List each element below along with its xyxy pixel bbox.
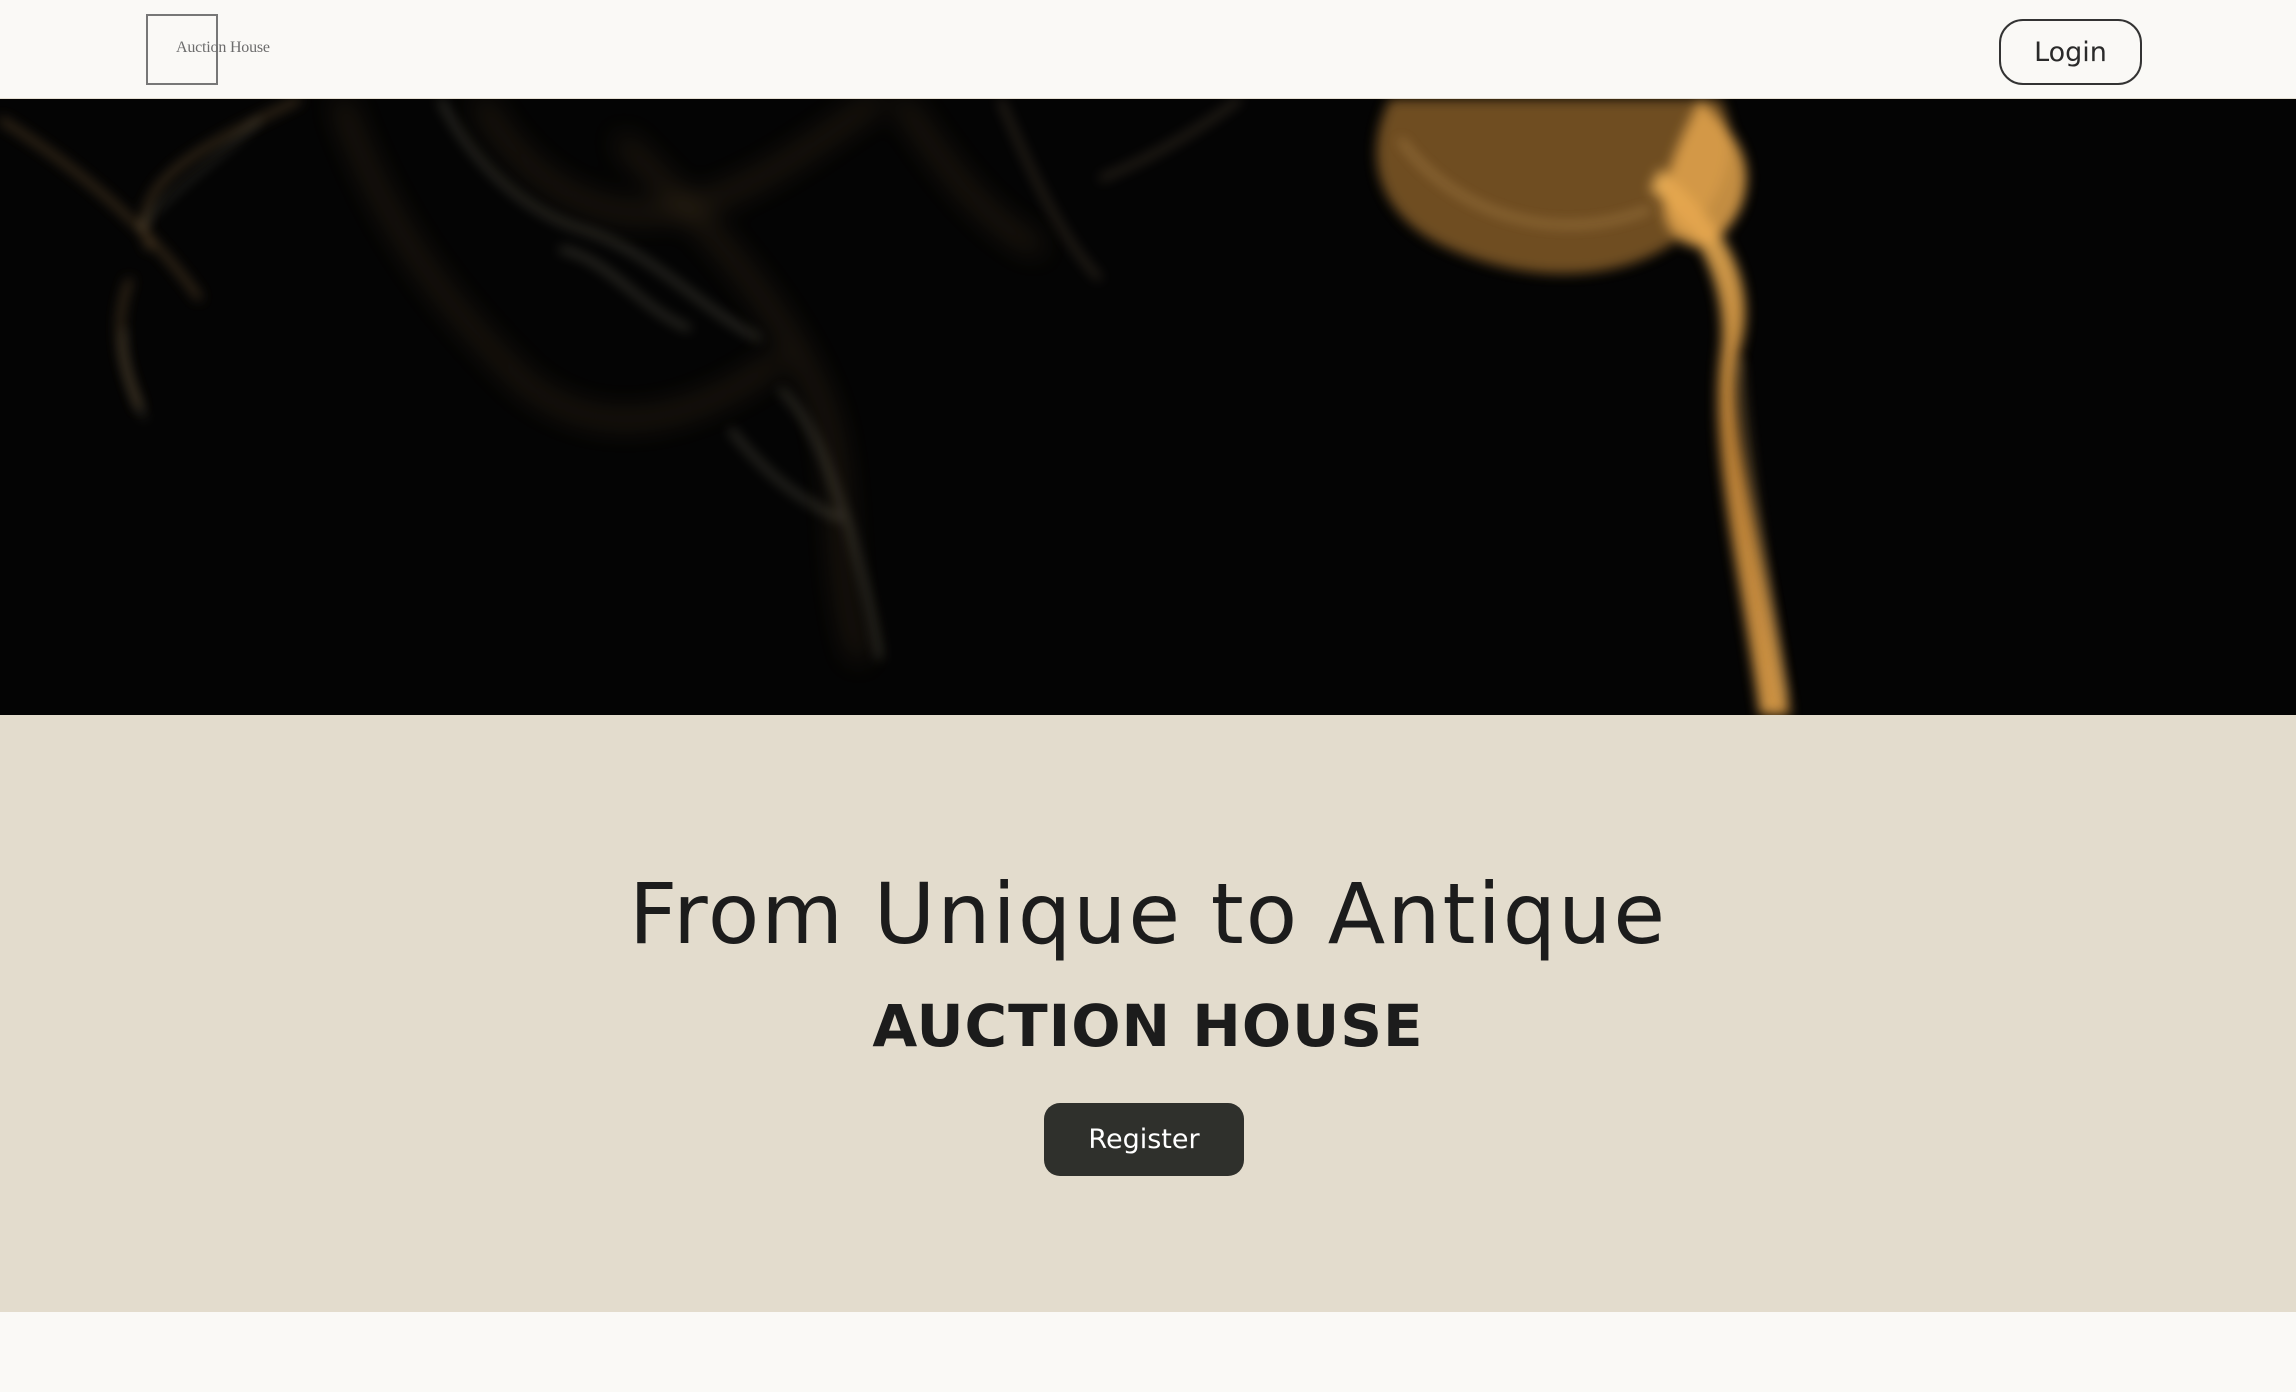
tagline: From Unique to Antique — [628, 865, 1668, 963]
hero-banner: From Unique to Antique AUCTION HOUSE Reg… — [0, 715, 2296, 1312]
page: Auction House Login From Unique to Antiq… — [0, 0, 2296, 1392]
logo-text: Auction House — [176, 39, 270, 56]
site-header: Auction House Login — [0, 0, 2296, 99]
smoke-photo — [0, 99, 2296, 715]
site-title: AUCTION HOUSE — [872, 992, 1424, 1060]
hero-image — [0, 99, 2296, 715]
page-bottom-strip — [0, 1312, 2296, 1392]
login-button[interactable]: Login — [1999, 19, 2142, 85]
register-button[interactable]: Register — [1044, 1103, 1244, 1176]
